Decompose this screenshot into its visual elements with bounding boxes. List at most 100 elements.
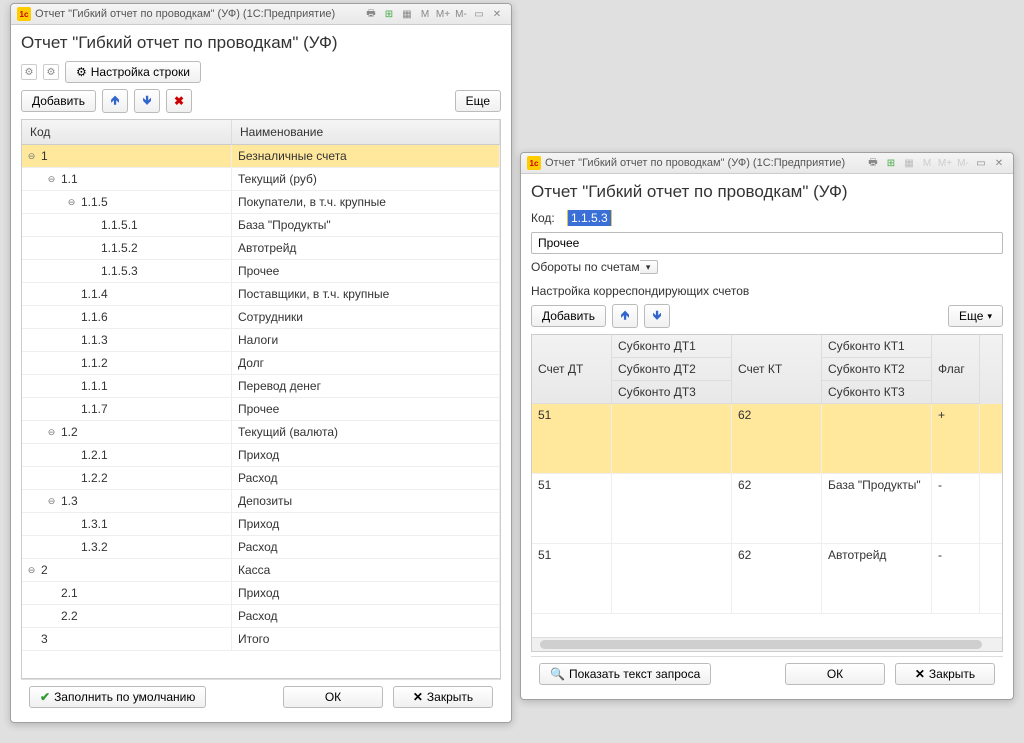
tree-code-cell: 1.3.2 <box>22 536 232 558</box>
tree-row[interactable]: 1.1.6Сотрудники <box>22 306 500 329</box>
print-icon[interactable]: 🖶 <box>865 156 881 170</box>
close-button[interactable]: ✕ Закрыть <box>895 663 995 685</box>
tree-row[interactable]: 1.1.5.3Прочее <box>22 260 500 283</box>
grid-row[interactable]: 5162База "Продукты"- <box>532 474 1002 544</box>
show-query-button[interactable]: 🔍 Показать текст запроса <box>539 663 711 685</box>
tree-name-cell: Депозиты <box>232 490 500 512</box>
tree-row[interactable]: 1.2.2Расход <box>22 467 500 490</box>
tree-row[interactable]: 1.3.1Приход <box>22 513 500 536</box>
config-icon-2[interactable]: ⚙ <box>43 64 59 80</box>
tree-row[interactable]: 1.1.2Долг <box>22 352 500 375</box>
tree-toggle-icon[interactable]: ⊖ <box>66 197 77 208</box>
close-window-icon[interactable]: ✕ <box>991 156 1007 170</box>
tree-code-cell: ⊖2 <box>22 559 232 581</box>
tree-row[interactable]: 1.2.1Приход <box>22 444 500 467</box>
h-scrollbar[interactable] <box>532 637 1002 651</box>
col-kt[interactable]: Счет КТ <box>732 335 822 404</box>
tree-row[interactable]: 1.1.7Прочее <box>22 398 500 421</box>
name-input[interactable] <box>531 232 1003 254</box>
type-row: Обороты по счетам ▾ <box>531 260 1003 274</box>
tree-table: Код Наименование ⊖1Безналичные счета⊖1.1… <box>21 119 501 679</box>
fill-default-button[interactable]: ✔ Заполнить по умолчанию <box>29 686 206 708</box>
more-button[interactable]: Еще ▾ <box>948 305 1003 327</box>
grid-row[interactable]: 5162Автотрейд- <box>532 544 1002 614</box>
tree-row[interactable]: 1.1.4Поставщики, в т.ч. крупные <box>22 283 500 306</box>
tree-toggle-icon[interactable]: ⊖ <box>26 565 37 576</box>
tree-row[interactable]: ⊖1.3Депозиты <box>22 490 500 513</box>
chevron-down-icon[interactable]: ▾ <box>640 260 658 274</box>
close-button[interactable]: ✕ Закрыть <box>393 686 493 708</box>
col-code[interactable]: Код <box>22 120 232 144</box>
col-sdk3[interactable]: Субконто ДТ3 <box>612 381 732 404</box>
row-settings-button[interactable]: ⚙ Настройка строки <box>65 61 201 83</box>
move-down-button[interactable]: 🡻 <box>644 304 670 328</box>
m-plus-icon[interactable]: M+ <box>435 7 451 21</box>
add-button[interactable]: Добавить <box>531 305 606 327</box>
tree-code-cell: 1.1.6 <box>22 306 232 328</box>
search-icon: 🔍 <box>550 667 565 681</box>
move-up-button[interactable]: 🡹 <box>612 304 638 328</box>
grid-cell <box>612 404 732 473</box>
tree-toggle-icon[interactable]: ⊖ <box>46 496 57 507</box>
calc-icon[interactable]: ▦ <box>399 7 415 21</box>
tree-row[interactable]: ⊖1.1.5Покупатели, в т.ч. крупные <box>22 191 500 214</box>
tree-row[interactable]: 1.3.2Расход <box>22 536 500 559</box>
chevron-down-icon: ▾ <box>987 311 992 322</box>
tree-name-cell: Итого <box>232 628 500 650</box>
col-dt[interactable]: Счет ДТ <box>532 335 612 404</box>
tree-code-cell: 3 <box>22 628 232 650</box>
tree-toggle-icon[interactable]: ⊖ <box>46 174 57 185</box>
tree-row[interactable]: 1.1.5.1База "Продукты" <box>22 214 500 237</box>
m-minus-icon[interactable]: M- <box>453 7 469 21</box>
col-flag[interactable]: Флаг <box>932 335 980 404</box>
delete-button[interactable]: ✖ <box>166 89 192 113</box>
grid-icon[interactable]: ⊞ <box>883 156 899 170</box>
grid-icon[interactable]: ⊞ <box>381 7 397 21</box>
col-skt1[interactable]: Субконто КТ1 <box>822 335 932 358</box>
m-plus-icon[interactable]: M+ <box>937 156 953 170</box>
config-icon-1[interactable]: ⚙ <box>21 64 37 80</box>
tree-row[interactable]: 1.1.5.2Автотрейд <box>22 237 500 260</box>
tree-toggle-icon[interactable]: ⊖ <box>46 427 57 438</box>
col-sdk1[interactable]: Субконто ДТ1 <box>612 335 732 358</box>
tree-name-cell: Приход <box>232 582 500 604</box>
tree-row[interactable]: 1.1.1Перевод денег <box>22 375 500 398</box>
calc-icon[interactable]: ▦ <box>901 156 917 170</box>
tree-row[interactable]: 2.2Расход <box>22 605 500 628</box>
m-minus-icon[interactable]: M- <box>955 156 971 170</box>
code-input[interactable]: 1.1.5.3 <box>567 210 612 226</box>
tree-row[interactable]: ⊖1.2Текущий (валюта) <box>22 421 500 444</box>
minimize-icon[interactable]: ▭ <box>471 7 487 21</box>
m-icon[interactable]: M <box>417 7 433 21</box>
more-button[interactable]: Еще <box>455 90 501 112</box>
close-window-icon[interactable]: ✕ <box>489 7 505 21</box>
tree-body: ⊖1Безналичные счета⊖1.1Текущий (руб)⊖1.1… <box>22 145 500 651</box>
tree-row[interactable]: 2.1Приход <box>22 582 500 605</box>
print-icon[interactable]: 🖶 <box>363 7 379 21</box>
tree-toggle-icon[interactable]: ⊖ <box>26 151 37 162</box>
tree-row[interactable]: ⊖1Безналичные счета <box>22 145 500 168</box>
col-name[interactable]: Наименование <box>232 120 500 144</box>
ok-button[interactable]: ОК <box>785 663 885 685</box>
tree-name-cell: Перевод денег <box>232 375 500 397</box>
m-icon[interactable]: M <box>919 156 935 170</box>
grid-row[interactable]: 5162+ <box>532 404 1002 474</box>
tree-name-cell: Расход <box>232 605 500 627</box>
col-skt2[interactable]: Субконто КТ2 <box>822 358 932 381</box>
tree-name-cell: Поставщики, в т.ч. крупные <box>232 283 500 305</box>
report-type-combo[interactable]: Обороты по счетам ▾ <box>531 260 1003 274</box>
minimize-icon[interactable]: ▭ <box>973 156 989 170</box>
tree-header: Код Наименование <box>22 120 500 145</box>
add-button[interactable]: Добавить <box>21 90 96 112</box>
tree-row[interactable]: ⊖2Касса <box>22 559 500 582</box>
tree-row[interactable]: ⊖1.1Текущий (руб) <box>22 168 500 191</box>
move-down-button[interactable]: 🡻 <box>134 89 160 113</box>
content: Отчет "Гибкий отчет по проводкам" (УФ) ⚙… <box>11 25 511 722</box>
ok-button[interactable]: ОК <box>283 686 383 708</box>
tree-row[interactable]: 1.1.3Налоги <box>22 329 500 352</box>
move-up-button[interactable]: 🡹 <box>102 89 128 113</box>
col-skt3[interactable]: Субконто КТ3 <box>822 381 932 404</box>
tree-row[interactable]: 3Итого <box>22 628 500 651</box>
code-label: Код: <box>531 211 561 225</box>
col-sdk2[interactable]: Субконто ДТ2 <box>612 358 732 381</box>
